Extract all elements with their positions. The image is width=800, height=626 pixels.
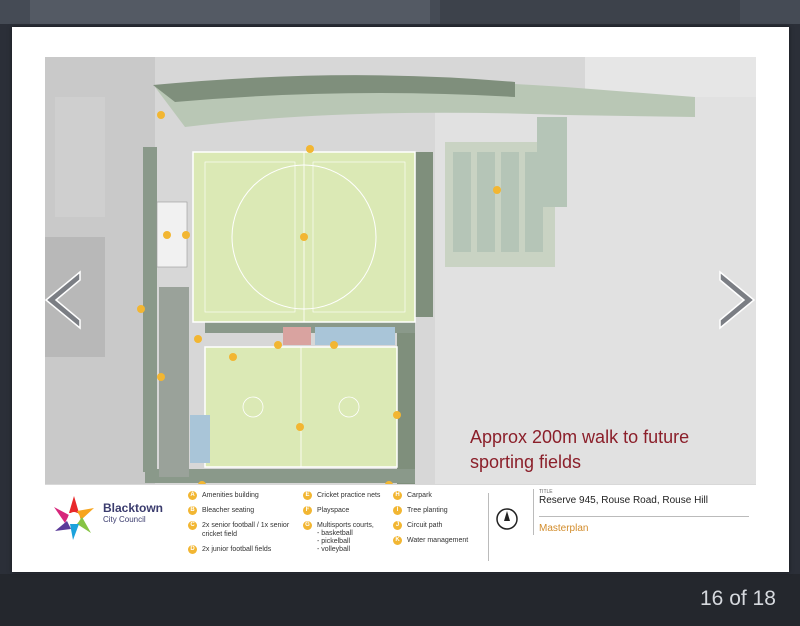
legend-subitem: - basketball — [317, 530, 353, 537]
legend-item: G Multisports courts, - basketball - pick… — [303, 521, 388, 554]
legend-label: Bleacher seating — [202, 507, 255, 514]
title-block-divider — [533, 489, 534, 535]
slide-counter: 16 of 18 — [700, 587, 776, 610]
legend-item: J Circuit path — [393, 521, 485, 530]
legend-item: H Carpark — [393, 491, 485, 500]
council-logo-text: Blacktown City Council — [103, 501, 164, 525]
legend-column-2: E Cricket practice nets F Playspace G Multi… — [303, 491, 388, 560]
legend-item: I Tree planting — [393, 506, 485, 515]
legend-item: B Bleacher seating — [188, 506, 298, 515]
background-ghost-legend — [40, 578, 540, 624]
blacktown-star-logo-icon — [54, 496, 94, 540]
legend-item: E Cricket practice nets — [303, 491, 388, 500]
council-sub: City Council — [103, 515, 146, 524]
legend-label: Multisports courts, — [317, 522, 374, 529]
legend-label: Amenities building — [202, 492, 259, 499]
legend-divider — [488, 493, 489, 561]
legend-column-1: A Amenities building B Bleacher seating C2… — [188, 491, 298, 560]
legend-label: 2x junior football fields — [202, 546, 272, 553]
legend-label: Circuit path — [407, 522, 443, 529]
legend-panel: Blacktown City Council A Amenities buildi… — [45, 484, 756, 569]
legend-marker: C — [188, 521, 197, 530]
legend-marker: H — [393, 491, 402, 500]
next-slide-button[interactable] — [714, 268, 758, 332]
legend-marker: E — [303, 491, 312, 500]
prev-slide-button[interactable] — [42, 268, 86, 332]
chevron-right-icon — [719, 270, 756, 330]
legend-column-3: H Carpark I Tree planting J Circuit path KW… — [393, 491, 485, 551]
legend-label: Playspace — [317, 507, 350, 514]
plan-title: Reserve 945, Rouse Road, Rouse Hill — [539, 495, 749, 517]
walk-annotation: Approx 200m walk to future sporting fiel… — [470, 425, 750, 475]
walk-annotation-line1: Approx 200m walk to future — [470, 427, 690, 447]
legend-subitem: - pickelball — [317, 538, 351, 545]
legend-item: C 2x senior football / 1x senior cricket … — [188, 521, 298, 539]
legend-item: F Playspace — [303, 506, 388, 515]
background-panel — [440, 0, 740, 24]
legend-label: Carpark — [407, 492, 432, 499]
legend-label: Water management — [407, 537, 469, 544]
north-arrow-icon — [496, 508, 518, 530]
legend-marker: K — [393, 536, 402, 545]
council-name: Blacktown — [103, 501, 164, 515]
legend-label: 2x senior football / 1x senior cricket f… — [202, 522, 290, 538]
legend-marker: G — [303, 521, 312, 530]
slide-image: Approx 200m walk to future sporting fiel… — [12, 27, 789, 572]
title-block: TITLE Reserve 945, Rouse Road, Rouse Hil… — [533, 489, 753, 535]
legend-marker: D — [188, 545, 197, 554]
legend-item: K Water management — [393, 536, 485, 545]
legend-marker: F — [303, 506, 312, 515]
legend-label: Tree planting — [407, 507, 448, 514]
legend-marker: B — [188, 506, 197, 515]
legend-marker: I — [393, 506, 402, 515]
plan-subtitle: Masterplan — [539, 523, 589, 534]
background-panel — [30, 0, 430, 24]
legend-item: D 2x junior football fields — [188, 545, 298, 554]
legend-marker: J — [393, 521, 402, 530]
legend-item: A Amenities building — [188, 491, 298, 500]
chevron-left-icon — [44, 270, 81, 330]
legend-label: Cricket practice nets — [317, 492, 381, 499]
walk-annotation-line2: sporting fields — [470, 452, 582, 472]
legend-subitem: - volleyball — [317, 546, 351, 553]
legend-marker: A — [188, 491, 197, 500]
background-top-bar — [0, 0, 800, 24]
